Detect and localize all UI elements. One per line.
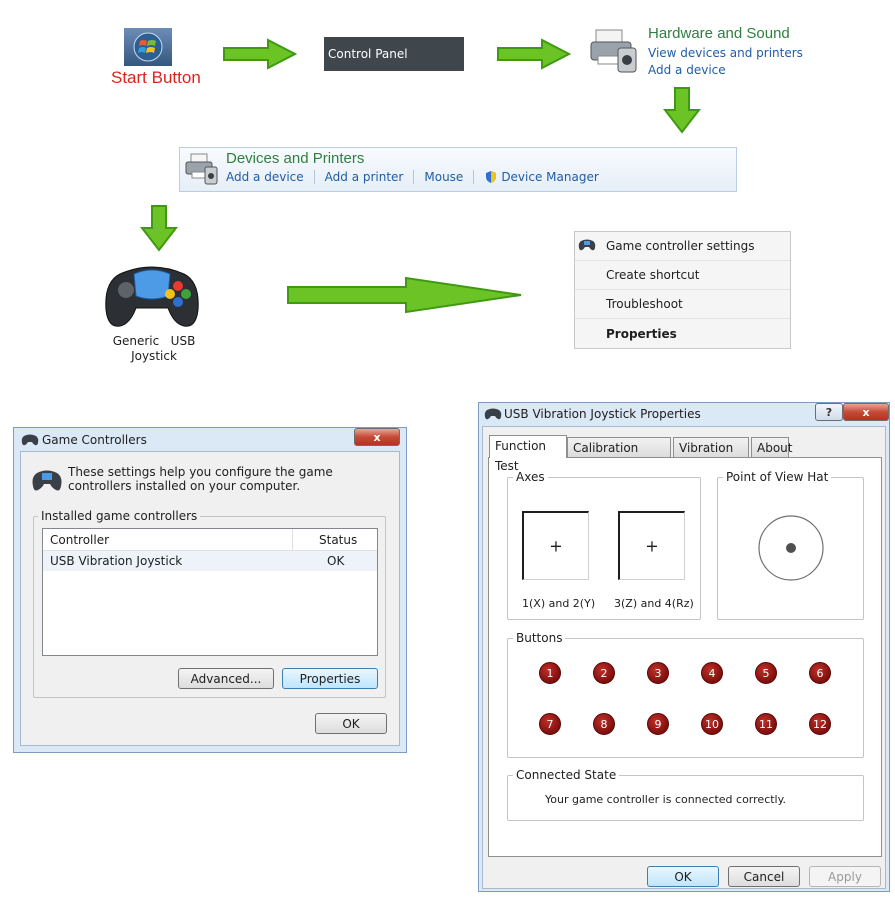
column-header-status[interactable]: Status	[293, 529, 377, 551]
properties-button[interactable]: Properties	[282, 668, 378, 689]
game-button-10: 10	[701, 713, 723, 735]
cancel-button[interactable]: Cancel	[728, 866, 800, 887]
game-button-12: 12	[809, 713, 831, 735]
toolbar-separator	[313, 170, 315, 184]
axis-zrz-display: +	[618, 511, 685, 580]
devices-printers-title[interactable]: Devices and Printers	[226, 150, 364, 167]
shield-icon	[486, 171, 497, 183]
close-icon: x	[862, 405, 870, 419]
start-button-label: Start Button	[111, 68, 201, 87]
game-button-9: 9	[647, 713, 669, 735]
game-button-11: 11	[755, 713, 777, 735]
mouse-link[interactable]: Mouse	[424, 170, 463, 184]
dialog-gamepad-icon	[484, 408, 502, 420]
close-icon: x	[373, 430, 381, 444]
hardware-and-sound-title[interactable]: Hardware and Sound	[648, 25, 790, 42]
devices-printers-icon	[185, 153, 218, 185]
advanced-button[interactable]: Advanced...	[178, 668, 274, 689]
game-button-6: 6	[809, 662, 831, 684]
tab-function-test[interactable]: Function Test	[489, 435, 567, 473]
joystick-label-line1: Generic USB	[112, 334, 196, 348]
game-button-8: 8	[593, 713, 615, 735]
apply-button[interactable]: Apply	[809, 866, 881, 887]
axis-xy-label: 1(X) and 2(Y)	[522, 597, 596, 610]
printer-icon	[590, 29, 637, 73]
help-button[interactable]: ?	[815, 403, 843, 421]
arrow-right-long	[287, 276, 522, 314]
game-button-3: 3	[647, 662, 669, 684]
help-icon: ?	[825, 405, 833, 419]
add-device-toolbar-link[interactable]: Add a device	[226, 170, 304, 184]
joystick-device-label: Generic USB Joystick	[110, 334, 198, 364]
connected-state-text: Your game controller is connected correc…	[545, 793, 787, 806]
ok-button[interactable]: OK	[315, 713, 387, 734]
game-controllers-title: Game Controllers	[42, 433, 147, 447]
joystick-label-line2: Joystick	[131, 349, 177, 363]
axis-zrz-label: 3(Z) and 4(Rz)	[614, 597, 694, 610]
column-header-controller[interactable]: Controller	[43, 529, 293, 551]
tab-vibration-test[interactable]: Vibration Test	[673, 437, 749, 475]
view-devices-link[interactable]: View devices and printers	[648, 46, 803, 60]
properties-dialog-title: USB Vibration Joystick Properties	[504, 407, 701, 421]
close-button[interactable]: x	[843, 403, 889, 421]
menu-item-troubleshoot[interactable]: Troubleshoot	[575, 290, 790, 319]
menu-item-game-controller-settings[interactable]: Game controller settings	[575, 232, 790, 261]
game-button-4: 4	[701, 662, 723, 684]
gamepad-icon	[105, 266, 199, 327]
controller-status-cell: OK	[327, 554, 345, 568]
axis-xy-display: +	[522, 511, 589, 580]
table-row[interactable]: USB Vibration Joystick OK	[43, 551, 377, 571]
installed-controllers-label: Installed game controllers	[38, 509, 201, 523]
controller-list[interactable]: Controller Status USB Vibration Joystick…	[42, 528, 378, 656]
buttons-group	[507, 638, 864, 758]
game-button-2: 2	[593, 662, 615, 684]
tab-about[interactable]: About	[751, 437, 792, 457]
dialog-gamepad-icon	[21, 434, 39, 446]
close-button[interactable]: x	[354, 428, 400, 446]
add-device-link[interactable]: Add a device	[648, 63, 726, 77]
ok-button[interactable]: OK	[647, 866, 719, 887]
connected-state-label: Connected State	[513, 768, 620, 782]
pov-hat-label: Point of View Hat	[723, 470, 832, 484]
arrow-down-2	[140, 205, 178, 252]
game-controllers-description: These settings help you configure the ga…	[68, 465, 333, 493]
tab-calibration-function[interactable]: Calibration Function	[567, 437, 671, 475]
gamepad-info-icon	[32, 470, 62, 491]
start-button[interactable]	[124, 28, 172, 66]
control-panel-item[interactable]: Control Panel	[324, 37, 464, 71]
buttons-label: Buttons	[513, 631, 566, 645]
arrow-down-1	[663, 87, 701, 134]
toolbar-separator	[413, 170, 415, 184]
game-button-1: 1	[539, 662, 561, 684]
menu-item-properties[interactable]: Properties	[575, 320, 790, 349]
toolbar-separator	[473, 170, 475, 184]
arrow-right-1	[223, 38, 297, 70]
arrow-right-2	[497, 38, 571, 70]
game-button-5: 5	[755, 662, 777, 684]
crosshair-icon: +	[645, 536, 659, 556]
crosshair-icon: +	[549, 536, 563, 556]
game-button-7: 7	[539, 713, 561, 735]
windows-logo-icon	[133, 32, 163, 62]
controller-name-cell: USB Vibration Joystick	[50, 554, 183, 568]
device-manager-link[interactable]: Device Manager	[501, 170, 598, 184]
add-printer-link[interactable]: Add a printer	[325, 170, 404, 184]
devices-printers-toolbar: Add a device Add a printer Mouse Device …	[226, 170, 599, 184]
context-menu: Game controller settings Create shortcut…	[574, 231, 791, 349]
menu-item-create-shortcut[interactable]: Create shortcut	[575, 261, 790, 290]
pov-hat-display	[758, 515, 824, 581]
